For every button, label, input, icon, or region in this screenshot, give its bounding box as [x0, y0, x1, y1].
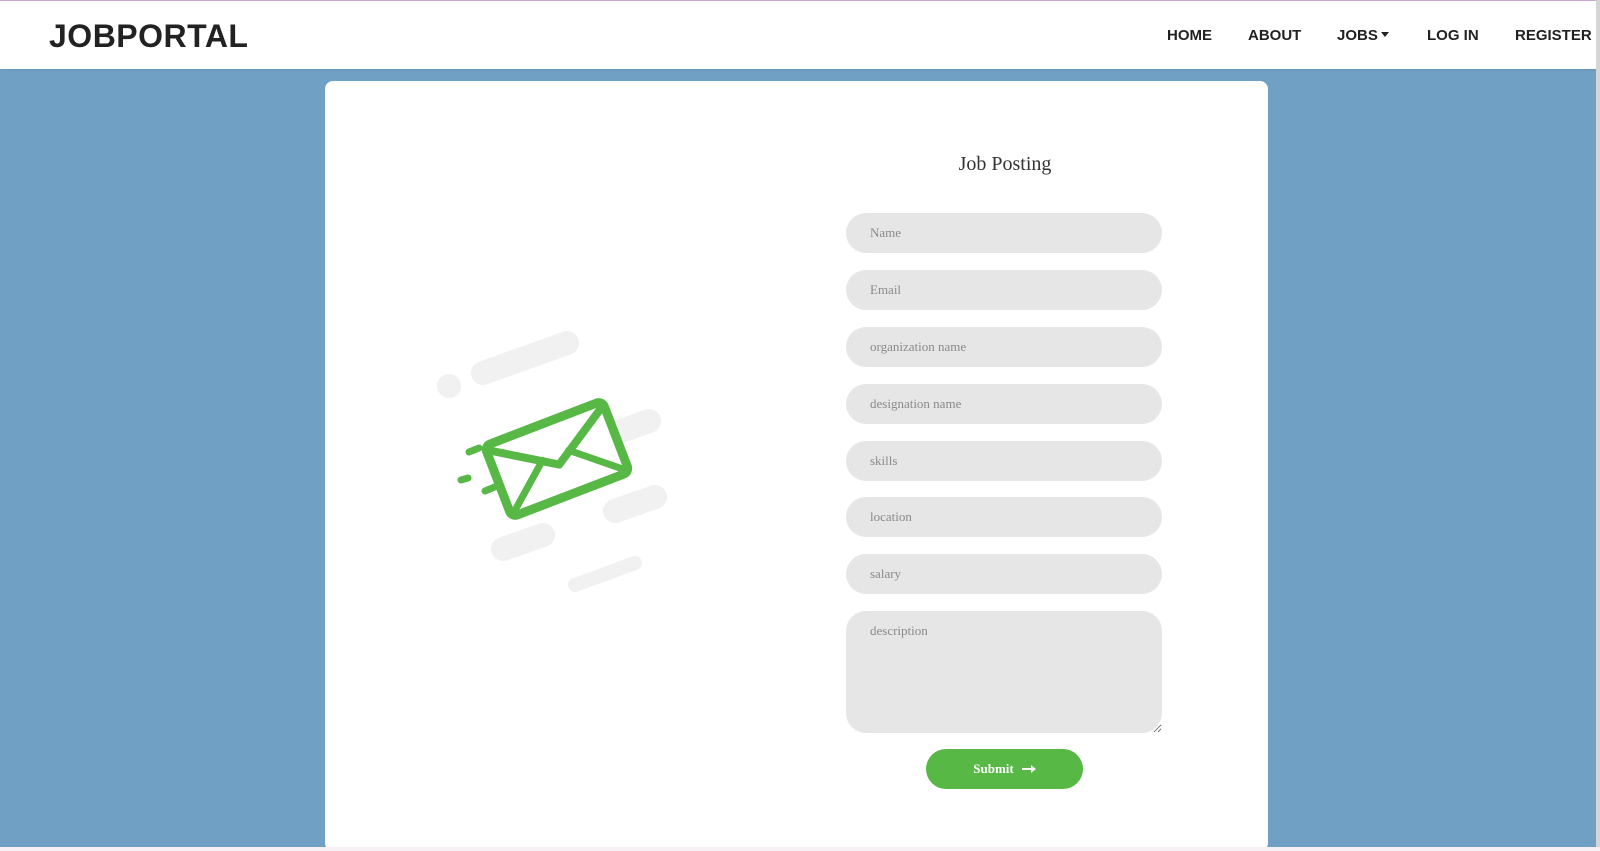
location-field[interactable]: [846, 497, 1162, 537]
description-field[interactable]: [846, 611, 1162, 733]
designation-name-field[interactable]: [846, 384, 1162, 424]
skills-field[interactable]: [846, 441, 1162, 481]
salary-field[interactable]: [846, 554, 1162, 594]
nav-login[interactable]: LOG IN: [1427, 27, 1479, 44]
nav-jobs-label: JOBS: [1337, 27, 1378, 44]
nav-home[interactable]: HOME: [1167, 27, 1212, 44]
envelope-icon: [437, 331, 667, 592]
scrollbar[interactable]: [1596, 0, 1600, 851]
submit-button[interactable]: Submit: [926, 749, 1083, 789]
nav-register[interactable]: REGISTER: [1515, 27, 1592, 44]
nav-jobs-dropdown[interactable]: JOBS: [1337, 27, 1389, 44]
submit-label: Submit: [973, 761, 1014, 776]
email-field[interactable]: [846, 270, 1162, 310]
nav-about[interactable]: ABOUT: [1248, 27, 1301, 44]
caret-down-icon: [1380, 32, 1389, 37]
organization-name-field[interactable]: [846, 327, 1162, 367]
bottom-border: [0, 847, 1600, 851]
brand-logo[interactable]: JOBPORTAL: [49, 18, 248, 55]
navbar: JOBPORTAL HOME ABOUT JOBS LOG IN REGISTE…: [0, 1, 1596, 69]
name-field[interactable]: [846, 213, 1162, 253]
job-posting-card: Job Posting Submit: [325, 81, 1268, 851]
arrow-right-icon: [1021, 765, 1036, 773]
form-title: Job Posting: [958, 153, 1052, 175]
